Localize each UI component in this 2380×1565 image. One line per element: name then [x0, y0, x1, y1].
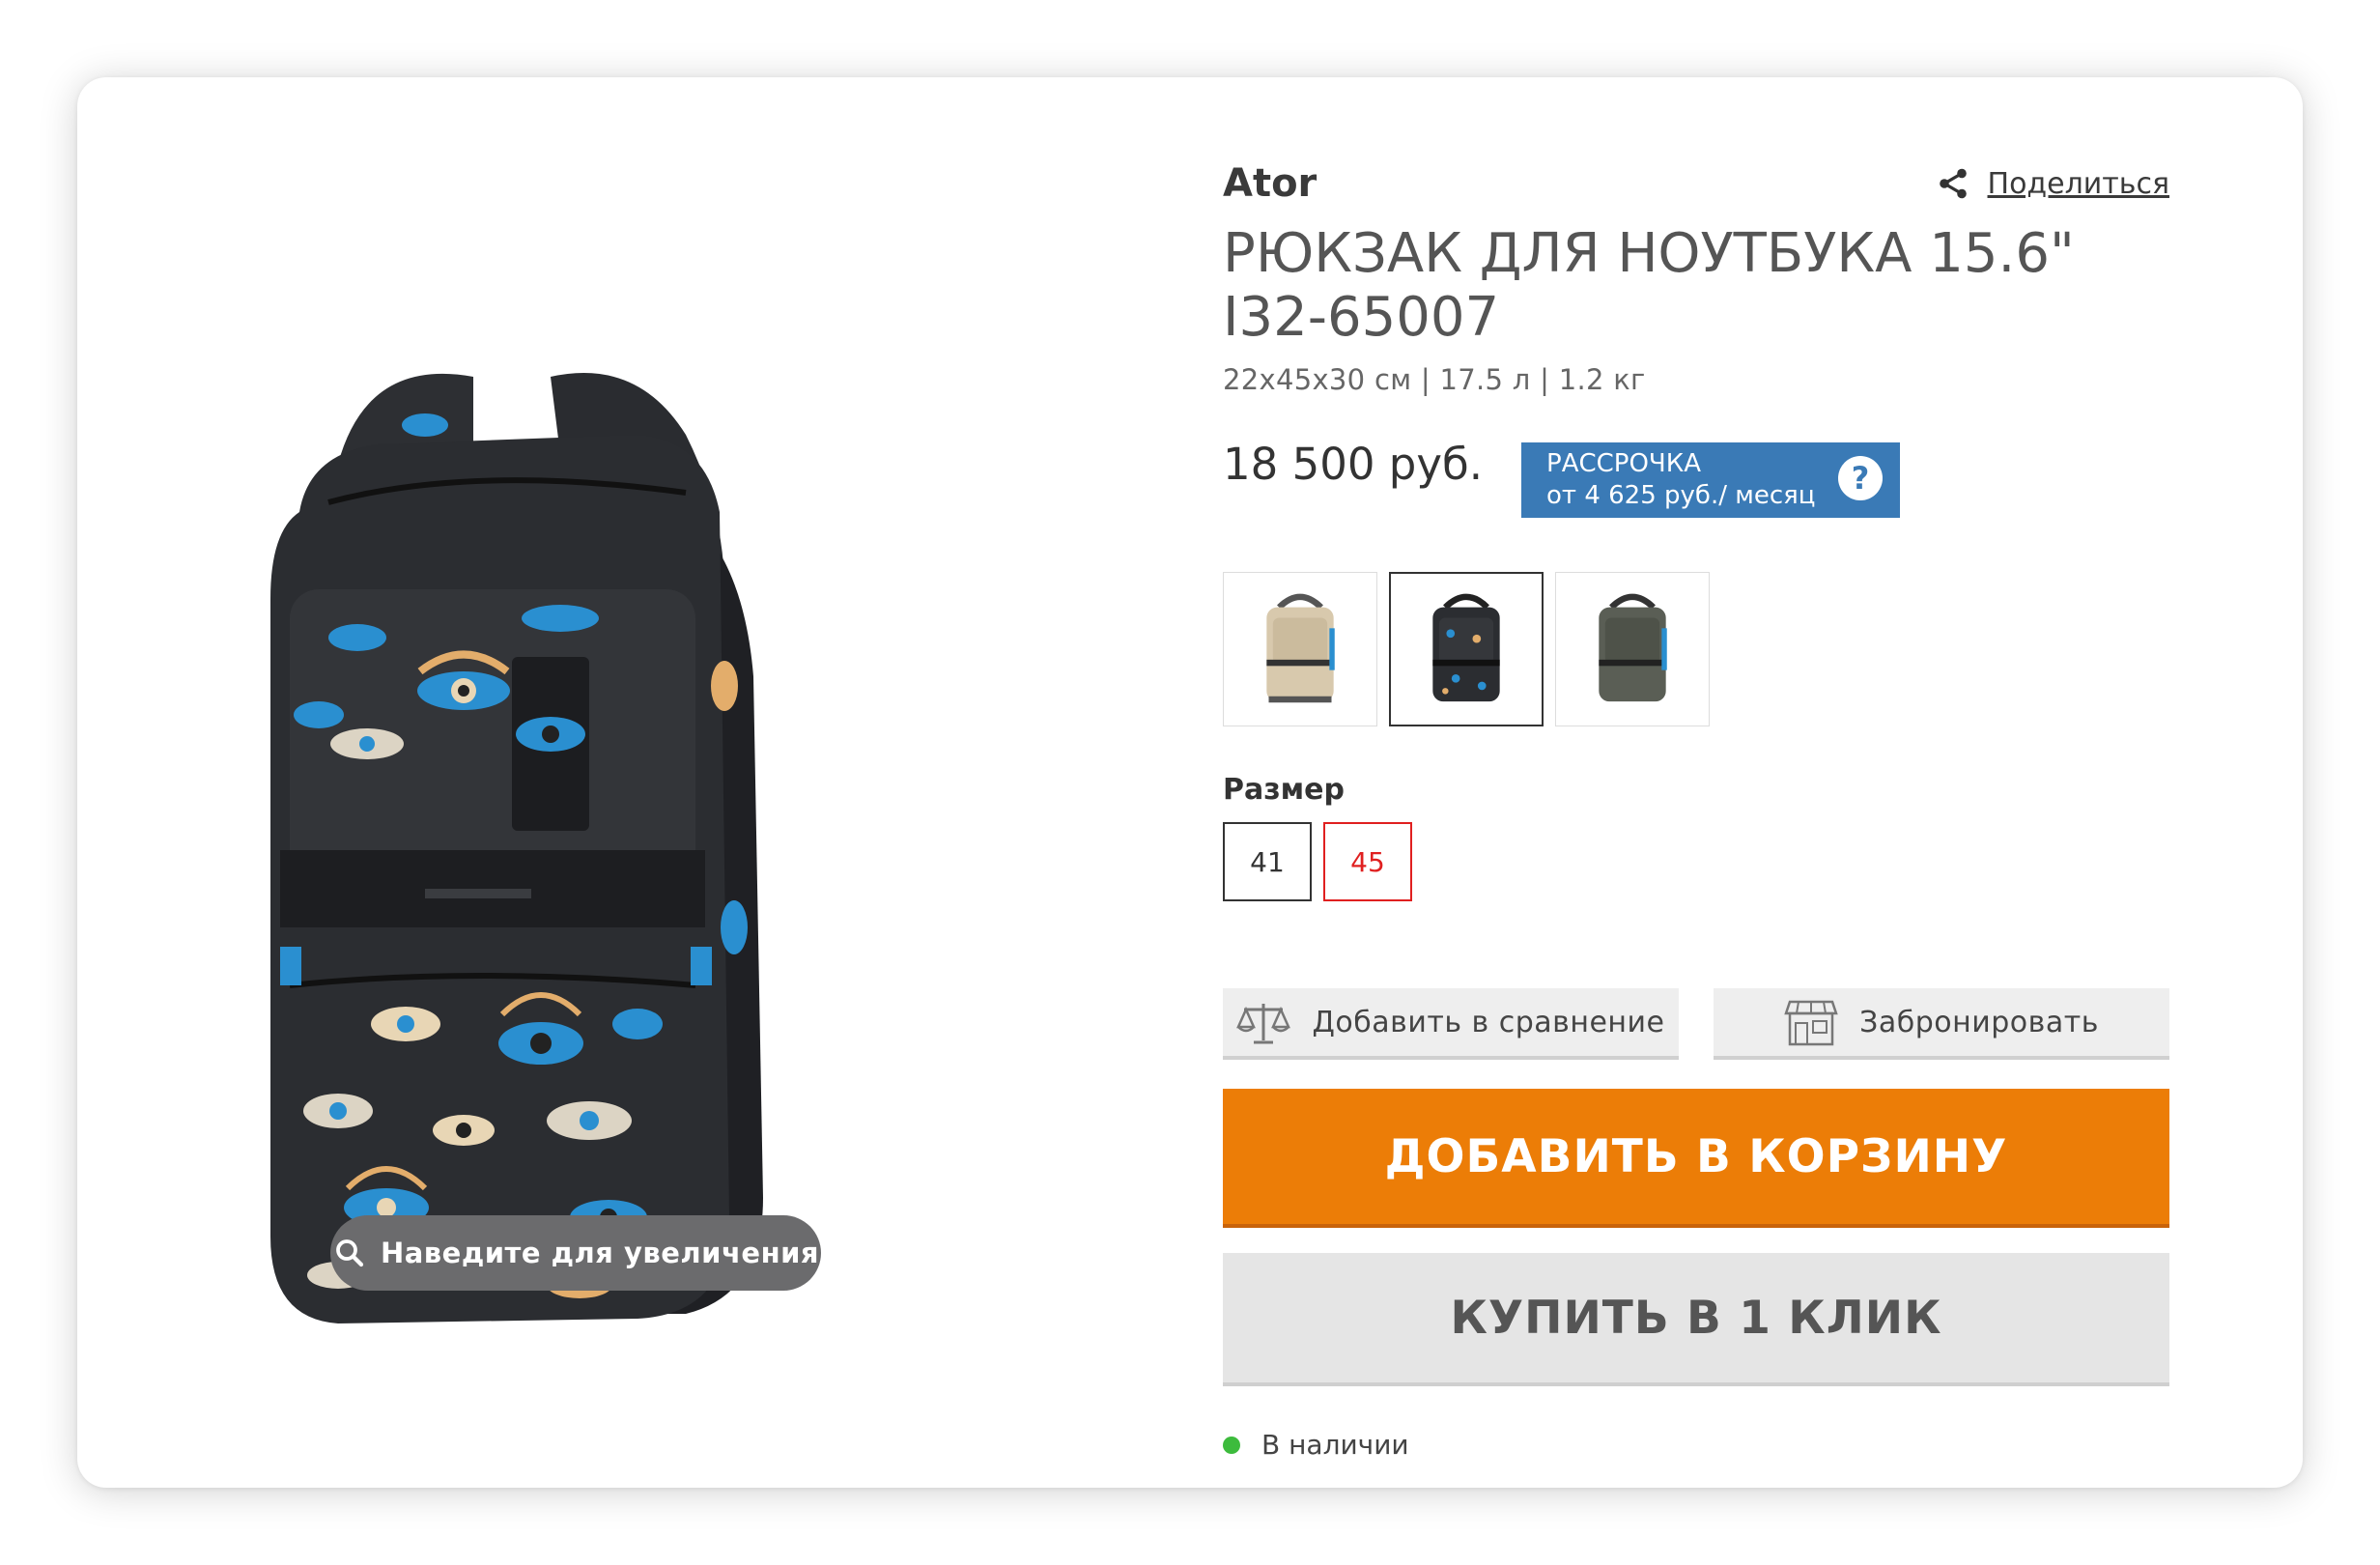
buy-one-click-button[interactable]: КУПИТЬ В 1 КЛИК: [1223, 1253, 2169, 1386]
add-to-cart-button[interactable]: ДОБАВИТЬ В КОРЗИНУ: [1223, 1089, 2169, 1228]
share-icon: [1939, 168, 1967, 199]
share-label: Поделиться: [1987, 166, 2169, 201]
backpack-thumbnail-beige: [1266, 593, 1335, 703]
availability-text: В наличии: [1261, 1429, 1409, 1461]
in-stock-indicator-icon: [1223, 1436, 1240, 1454]
size-options: 41 45: [1223, 822, 2169, 901]
reserve-label: Забронировать: [1859, 1005, 2099, 1039]
product-info: Ator Поделиться РЮКЗАК ДЛЯ НОУТБУКА 15.6…: [1223, 145, 2169, 1461]
size-label: Размер: [1223, 773, 1346, 807]
swatch-beige[interactable]: [1223, 572, 1377, 726]
compare-button[interactable]: Добавить в сравнение: [1223, 988, 1679, 1060]
brand-name[interactable]: Ator: [1223, 161, 1317, 206]
compare-label: Добавить в сравнение: [1312, 1005, 1665, 1039]
product-title: РЮКЗАК ДЛЯ НОУТБУКА 15.6" I32-65007: [1223, 222, 2075, 349]
size-option-45[interactable]: 45: [1323, 822, 1412, 901]
availability-status: В наличии: [1223, 1429, 2169, 1461]
price-row: 18 500 руб. РАССРОЧКА от 4 625 руб./ мес…: [1223, 437, 2169, 518]
product-price: 18 500 руб.: [1223, 439, 1484, 490]
product-card: Наведите для увеличения Ator Поделиться …: [77, 77, 2303, 1488]
color-swatches: [1223, 572, 2169, 726]
reserve-button[interactable]: Забронировать: [1714, 988, 2169, 1060]
swatch-olive[interactable]: [1555, 572, 1710, 726]
installment-badge[interactable]: РАССРОЧКА от 4 625 руб./ месяц ?: [1521, 442, 1901, 518]
secondary-actions: Добавить в сравнение Забронировать: [1223, 988, 2169, 1060]
scales-icon: [1236, 1004, 1291, 1044]
backpack-thumbnail-olive: [1599, 593, 1667, 702]
product-specs: 22x45x30 см | 17.5 л | 1.2 кг: [1223, 363, 1646, 396]
size-option-41[interactable]: 41: [1223, 822, 1312, 901]
store-icon: [1784, 1000, 1838, 1046]
zoom-hint-text: Наведите для увеличения: [380, 1237, 820, 1269]
brand-row: Ator Поделиться: [1223, 145, 2169, 222]
zoom-hint: Наведите для увеличения: [330, 1215, 821, 1291]
search-icon: [336, 1239, 364, 1267]
help-icon[interactable]: ?: [1838, 456, 1884, 500]
share-link[interactable]: Поделиться: [1936, 166, 2169, 201]
backpack-thumbnail-black: [1432, 593, 1500, 702]
swatch-black-eyes[interactable]: [1389, 572, 1544, 726]
